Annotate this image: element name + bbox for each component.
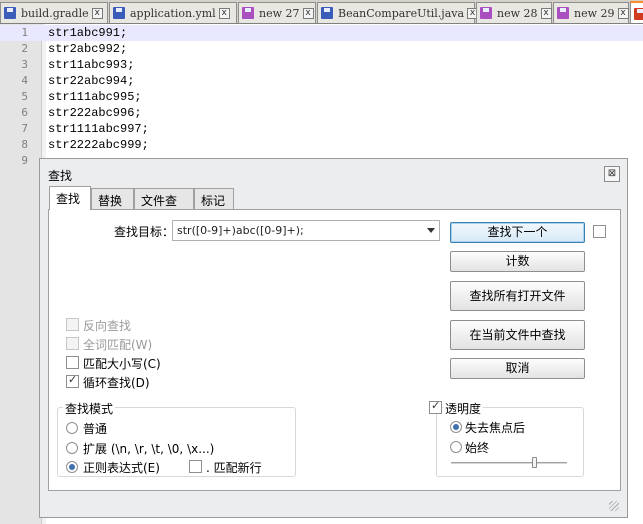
close-tab-icon[interactable]: x: [218, 7, 230, 19]
backward-label: 反向查找: [83, 319, 132, 333]
tab-new-29[interactable]: new 29 x: [553, 2, 629, 23]
tab-bean-compare-util[interactable]: BeanCompareUtil.java x: [317, 2, 479, 23]
mode-normal-radio[interactable]: [66, 422, 78, 434]
disk-icon: [3, 6, 17, 20]
on-lose-focus-label: 失去焦点后: [465, 421, 526, 435]
chevron-down-icon[interactable]: [427, 228, 435, 233]
find-next-options-checkbox[interactable]: [593, 225, 606, 238]
close-tab-icon[interactable]: x: [617, 7, 629, 19]
mode-regex-label: 正则表达式(E): [83, 461, 160, 475]
match-case-checkbox[interactable]: [66, 356, 79, 369]
find-in-current-file-button[interactable]: 在当前文件中查找: [450, 320, 585, 350]
line-number: 2: [21, 42, 28, 55]
find-dialog: 查找 ⊠ 查找 替换 文件查找 标记 查找目标： str([0-9]+)abc(…: [39, 158, 628, 518]
disk-icon: [320, 6, 334, 20]
tab-replace[interactable]: 替换: [91, 188, 134, 209]
editor-line[interactable]: 3 str11abc993;: [0, 57, 643, 73]
line-text: str22abc994;: [48, 74, 135, 88]
whole-word-checkbox[interactable]: [66, 337, 79, 350]
always-label: 始终: [465, 441, 490, 455]
on-lose-focus-radio[interactable]: [450, 421, 462, 433]
line-number: 9: [21, 154, 28, 167]
line-text: str1111abc997;: [48, 122, 149, 136]
tab-find-in-files[interactable]: 文件查找: [134, 188, 194, 225]
dialog-title: 查找: [48, 169, 73, 183]
dialog-status-bar: [48, 497, 621, 513]
mode-normal-label: 普通: [83, 422, 108, 436]
find-next-button[interactable]: 查找下一个: [450, 222, 585, 243]
editor-line[interactable]: 1 str1abc991;: [0, 25, 643, 41]
disk-icon: [241, 6, 255, 20]
dot-newline-checkbox[interactable]: [189, 460, 202, 473]
line-number: 6: [21, 106, 28, 119]
line-text: str11abc993;: [48, 58, 135, 72]
wrap-around-checkbox[interactable]: [66, 373, 79, 388]
file-tab-bar: build.gradle x application.yml x new 27 …: [0, 0, 643, 24]
resize-grip-icon[interactable]: [609, 501, 619, 511]
editor-line[interactable]: 4 str22abc994;: [0, 73, 643, 89]
line-number: 1: [21, 26, 28, 39]
line-number: 3: [21, 58, 28, 71]
dot-newline-label: . 匹配新行: [206, 461, 262, 475]
line-text: str222abc996;: [48, 106, 142, 120]
disk-icon: [556, 6, 570, 20]
tab-mark[interactable]: 标记: [194, 188, 234, 209]
tab-build-gradle[interactable]: build.gradle x: [0, 2, 108, 23]
line-text: str111abc995;: [48, 90, 142, 104]
search-mode-title: 查找模式: [63, 400, 116, 417]
disk-icon: [633, 7, 643, 21]
tab-label: BeanCompareUtil.java: [338, 6, 465, 20]
tab-new-28[interactable]: new 28 x: [476, 2, 552, 23]
tab-label: new 29: [574, 6, 615, 20]
mode-extended-label: 扩展 (\n, \r, \t, \0, \x...): [83, 442, 215, 456]
tab-label: application.yml: [130, 6, 216, 20]
editor-line[interactable]: 2 str2abc992;: [0, 41, 643, 57]
transparency-checkbox[interactable]: [429, 399, 442, 414]
line-text: str1abc991;: [48, 26, 128, 40]
backward-checkbox[interactable]: [66, 318, 79, 331]
editor-line[interactable]: 6 str222abc996;: [0, 105, 643, 121]
close-tab-icon[interactable]: x: [91, 7, 103, 19]
tab-label: new 28: [497, 6, 538, 20]
editor-line[interactable]: 5 str111abc995;: [0, 89, 643, 105]
tab-new-27[interactable]: new 27 x: [238, 2, 316, 23]
tab-active[interactable]: [630, 1, 643, 23]
transparency-slider-track[interactable]: [451, 462, 567, 465]
disk-icon: [112, 6, 126, 20]
transparency-title: 透明度: [443, 400, 484, 417]
mode-regex-radio[interactable]: [66, 461, 78, 473]
wrap-around-label: 循环查找(D): [83, 376, 150, 390]
always-radio[interactable]: [450, 441, 462, 453]
line-number: 5: [21, 90, 28, 103]
line-text: str2abc992;: [48, 42, 128, 56]
mode-extended-radio[interactable]: [66, 442, 78, 454]
find-what-value: str([0-9]+)abc([0-9]+);: [177, 224, 304, 237]
match-case-label: 匹配大小写(C): [83, 357, 161, 371]
editor-line[interactable]: 8 str2222abc999;: [0, 137, 643, 153]
cancel-button[interactable]: 取消: [450, 358, 585, 379]
close-tab-icon[interactable]: x: [302, 7, 314, 19]
line-number: 7: [21, 122, 28, 135]
tab-label: build.gradle: [21, 6, 89, 20]
line-text: str2222abc999;: [48, 138, 149, 152]
line-number: 8: [21, 138, 28, 151]
find-what-combobox[interactable]: str([0-9]+)abc([0-9]+);: [172, 220, 440, 241]
close-icon[interactable]: ⊠: [604, 166, 620, 182]
tab-application-yml[interactable]: application.yml x: [109, 2, 237, 23]
tab-label: new 27: [259, 6, 300, 20]
disk-icon: [479, 6, 493, 20]
transparency-slider-thumb[interactable]: [532, 457, 537, 468]
editor-line[interactable]: 7 str1111abc997;: [0, 121, 643, 137]
close-tab-icon[interactable]: x: [540, 7, 552, 19]
find-what-label: 查找目标：: [114, 225, 175, 239]
tab-find[interactable]: 查找: [49, 186, 91, 210]
find-all-open-files-button[interactable]: 查找所有打开文件: [450, 281, 585, 311]
count-button[interactable]: 计数: [450, 251, 585, 272]
line-number: 4: [21, 74, 28, 87]
whole-word-label: 全词匹配(W): [83, 338, 153, 352]
